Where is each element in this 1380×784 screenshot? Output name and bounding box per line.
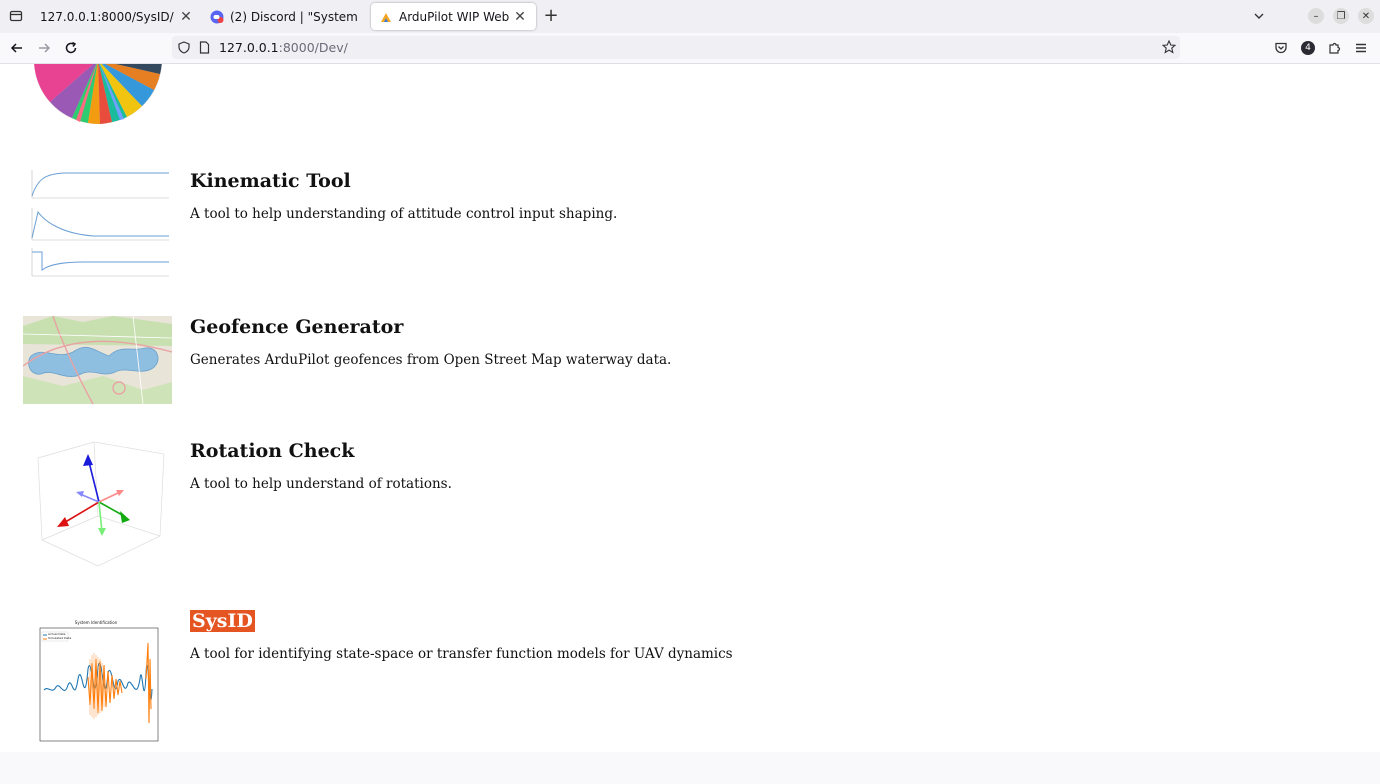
tab-list-button[interactable] [4,4,28,28]
tab-label: ArduPilot WIP Web Tools [399,9,512,24]
restore-button[interactable]: ❐ [1333,8,1349,24]
tool-description-kinematic: A tool to help understanding of attitude… [190,206,618,222]
navigation-bar: 127.0.0.1:8000/Dev/ 4 [0,33,1380,64]
url-bar[interactable]: 127.0.0.1:8000/Dev/ [172,36,1180,59]
list-all-tabs-button[interactable] [1248,5,1270,27]
geofence-generator-thumbnail[interactable] [23,316,172,404]
tab-list-icon [9,10,23,22]
pie-chart-thumbnail[interactable] [32,64,164,126]
puzzle-icon [1329,42,1341,54]
tab-label: 127.0.0.1:8000/SysID/ [40,9,174,24]
restore-icon: ❐ [1336,10,1346,22]
container-badge-button[interactable]: 4 [1297,37,1319,59]
tool-title-rotation[interactable]: Rotation Check [190,440,354,462]
url-host: 127.0.0.1 [219,40,279,55]
tool-description-geofence: Generates ArduPilot geofences from Open … [190,352,672,368]
menu-button[interactable] [1350,37,1372,59]
tool-title-geofence[interactable]: Geofence Generator [190,316,403,338]
star-icon[interactable] [1162,40,1176,54]
pocket-icon [1275,42,1287,54]
close-icon[interactable]: ✕ [512,9,528,25]
badge-icon: 4 [1301,41,1315,55]
tool-description-sysid: A tool for identifying state-space or tr… [190,646,733,662]
page-icon[interactable] [199,41,210,54]
tool-description-rotation: A tool to help understand of rotations. [190,476,452,492]
ardupilot-icon [381,12,391,22]
minimize-icon: – [1313,10,1319,22]
back-button[interactable] [6,37,28,59]
tool-title-sysid[interactable]: SysID [190,610,255,632]
extensions-button[interactable] [1324,37,1346,59]
new-tab-button[interactable]: + [542,5,560,26]
page-content: Kinematic Tool A tool to help understand… [0,64,1380,752]
badge-count: 4 [1305,43,1311,53]
hamburger-icon [1356,43,1366,53]
tab-sysid[interactable]: 127.0.0.1:8000/SysID/ ✕ [32,3,202,30]
url-path: :8000/Dev/ [278,40,348,55]
arrow-left-icon [10,43,22,53]
shield-icon[interactable] [178,41,190,54]
arrow-right-icon [39,43,51,53]
chevron-down-icon [1254,13,1264,19]
highlighted-title: SysID [190,610,255,632]
minimize-button[interactable]: – [1308,8,1324,24]
url-text[interactable]: 127.0.0.1:8000/Dev/ [219,40,348,55]
reload-button[interactable] [60,37,82,59]
tool-title-kinematic[interactable]: Kinematic Tool [190,170,351,192]
tab-discord[interactable]: (2) Discord | "System Ider [202,3,370,30]
sysid-thumbnail[interactable]: System Identification Actual Data Simula… [32,619,160,745]
rotation-check-thumbnail[interactable] [24,440,170,570]
tab-bar: 127.0.0.1:8000/SysID/ ✕ (2) Discord | "S… [0,0,1380,33]
plus-icon: + [543,5,559,26]
tab-label: (2) Discord | "System Ider [230,9,362,24]
kinematic-tool-thumbnail[interactable] [24,168,170,280]
close-icon: ✕ [1361,10,1371,22]
discord-icon [210,10,224,23]
close-window-button[interactable]: ✕ [1358,8,1374,24]
sysid-chart-title: System Identification [74,620,118,625]
forward-button[interactable] [33,37,55,59]
tab-ardupilot-web-tools[interactable]: ArduPilot WIP Web Tools ✕ [371,3,536,30]
sysid-legend-simulated: Simulated Data [48,636,72,640]
reload-icon [65,41,77,54]
pocket-button[interactable] [1270,37,1292,59]
close-icon[interactable]: ✕ [178,9,194,25]
